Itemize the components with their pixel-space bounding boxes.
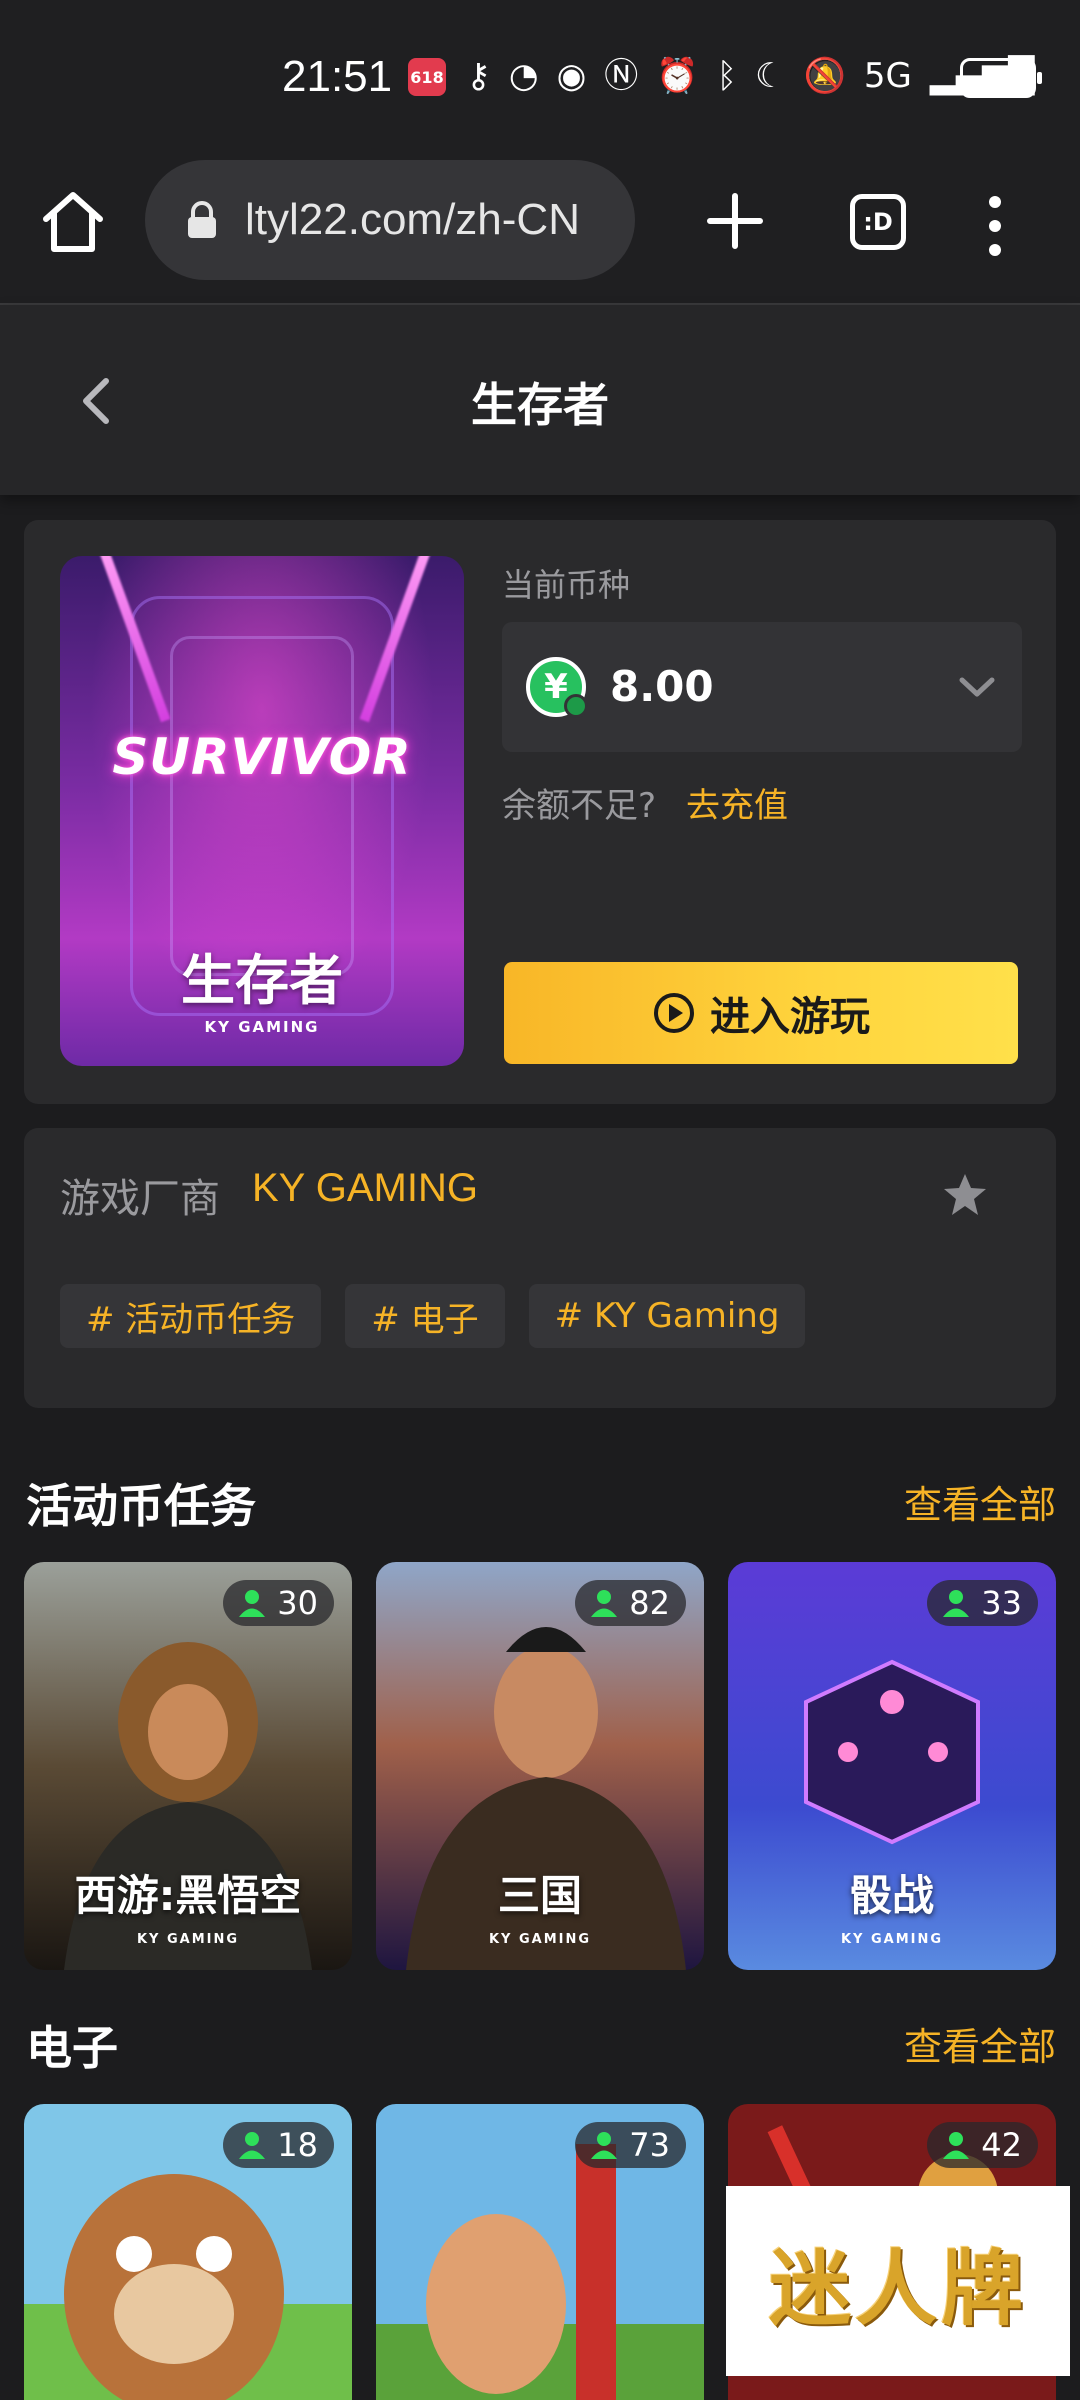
player-count-badge: 33 [927, 1580, 1038, 1626]
game-tile[interactable]: 18 [24, 2104, 352, 2400]
eye-icon: ◉ [556, 56, 587, 96]
currency-label: 当前币种 [502, 566, 631, 604]
game-tile[interactable]: 82 三国 KY GAMING [376, 1562, 704, 1970]
game-cover-image: SURVIVOR 生存者 KY GAMING [60, 556, 464, 1066]
game-tile[interactable]: 33 骰战 KY GAMING [728, 1562, 1056, 1970]
game-name: 西游:黑悟空 [74, 1871, 302, 1920]
more-vert-icon[interactable] [980, 186, 1010, 266]
recharge-link[interactable]: 去充值 [686, 778, 788, 827]
bluetooth-icon: ᛒ [716, 56, 737, 96]
speed-icon: ◔ [508, 56, 539, 96]
tag-list: # 活动币任务 # 电子 # KY Gaming [60, 1284, 806, 1348]
game-name: 骰战 [849, 1871, 934, 1920]
app-notification-icon: 618 [408, 58, 446, 96]
cover-logo: SURVIVOR [112, 728, 412, 786]
page-header: 生存者 [0, 305, 1080, 495]
battery-indicator: 26 [960, 58, 1042, 98]
enter-game-button[interactable]: 进入游玩 [504, 962, 1018, 1064]
game-tile[interactable]: 30 西游:黑悟空 KY GAMING [24, 1562, 352, 1970]
game-name: 三国 [497, 1871, 582, 1920]
watermark-logo: 迷人牌 [726, 2186, 1070, 2376]
game-brand: KY GAMING [488, 1932, 592, 1947]
game-brand: KY GAMING [840, 1932, 944, 1947]
player-count-badge: 82 [575, 1580, 686, 1626]
tag-electronic[interactable]: # 电子 [345, 1284, 505, 1348]
player-count-badge: 42 [927, 2122, 1038, 2168]
status-bar: 21:51 618 ⚷ ◔ ◉ Ⓝ ⏰ ᛒ ☾ 🔕 5G ▂▄▆█ 26 [0, 0, 1080, 150]
mute-icon: 🔕 [803, 56, 846, 96]
vendor-label: 游戏厂商 [60, 1176, 220, 1222]
user-icon [943, 1590, 970, 1617]
chevron-down-icon [959, 677, 995, 697]
home-icon[interactable] [38, 187, 108, 257]
vendor-name-link[interactable]: KY GAMING [252, 1166, 478, 1211]
status-icons: ⚷ ◔ ◉ Ⓝ ⏰ ᛒ ☾ 🔕 5G ▂▄▆█ [466, 56, 1034, 96]
vendor-card: 游戏厂商 KY GAMING # 活动币任务 # 电子 # KY Gaming [24, 1128, 1056, 1408]
tab-switcher-button[interactable]: :D [850, 194, 906, 250]
clock: 21:51 [282, 52, 393, 101]
currency-dropdown[interactable]: ¥ 8.00 [502, 622, 1022, 752]
game-brand: KY GAMING [136, 1932, 240, 1947]
key-icon: ⚷ [466, 56, 491, 96]
user-icon [591, 1590, 618, 1617]
cover-brand: KY GAMING [204, 1018, 320, 1036]
star-icon[interactable] [940, 1170, 990, 1220]
moon-icon: ☾ [755, 56, 786, 96]
view-all-electronic-link[interactable]: 查看全部 [904, 2016, 1056, 2071]
network-type: 5G [863, 56, 912, 96]
tag-activity-coin[interactable]: # 活动币任务 [60, 1284, 322, 1348]
player-count-badge: 30 [223, 1580, 334, 1626]
game-info-card: SURVIVOR 生存者 KY GAMING 当前币种 ¥ 8.00 余额不足?… [24, 520, 1056, 1104]
section-title-activity: 活动币任务 [26, 1479, 256, 1533]
cover-title: 生存者 [181, 949, 343, 1012]
url-text: ltyl22.com/zh-CN [245, 195, 580, 244]
browser-toolbar: ltyl22.com/zh-CN :D [0, 150, 1080, 305]
gamepad-badge-icon [564, 694, 588, 718]
play-circle-icon [654, 993, 694, 1033]
nfc-icon: Ⓝ [604, 56, 639, 96]
user-icon [239, 2132, 266, 2159]
alarm-icon: ⏰ [656, 56, 699, 96]
address-bar[interactable]: ltyl22.com/zh-CN [145, 160, 635, 280]
balance-amount: 8.00 [610, 662, 714, 711]
player-count-badge: 18 [223, 2122, 334, 2168]
user-icon [591, 2132, 618, 2159]
enter-game-label: 进入游玩 [710, 994, 870, 1040]
game-tile[interactable]: 73 [376, 2104, 704, 2400]
user-icon [943, 2132, 970, 2159]
page-title: 生存者 [471, 378, 609, 432]
tag-ky-gaming[interactable]: # KY Gaming [528, 1284, 806, 1348]
watermark-text: 迷人牌 [768, 2240, 1027, 2337]
player-count-badge: 73 [575, 2122, 686, 2168]
view-all-activity-link[interactable]: 查看全部 [904, 1474, 1056, 1529]
section-title-electronic: 电子 [26, 2021, 118, 2075]
insufficient-balance-text: 余额不足? [502, 786, 657, 826]
user-icon [239, 1590, 266, 1617]
plus-icon[interactable] [700, 186, 770, 256]
lock-icon [188, 201, 216, 238]
